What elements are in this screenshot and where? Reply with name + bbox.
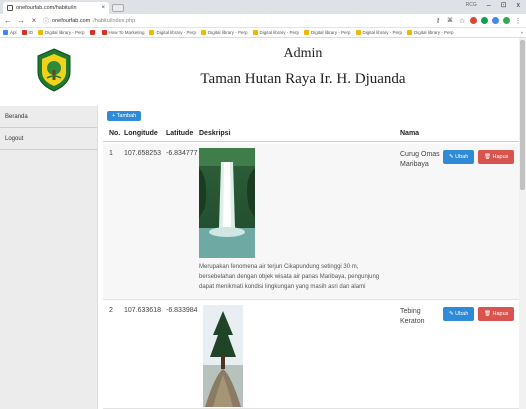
stop-icon[interactable]: ×: [30, 16, 38, 25]
bookmark-icon: [101, 30, 107, 35]
bookmark-icon: [304, 30, 310, 35]
extension-icon[interactable]: [470, 17, 477, 24]
cell-longitude: 107.633618: [124, 307, 161, 314]
menu-icon[interactable]: ⋮: [514, 17, 522, 25]
sidebar-item-logout[interactable]: Logout: [0, 128, 97, 150]
tab-title: onefourfab.com/habitu/in: [16, 5, 77, 11]
close-tab-icon[interactable]: ×: [101, 5, 105, 11]
url-path: /habitu/index.php: [93, 17, 136, 24]
table-row: 1 107.658253 -6.834777 Merupakan fenomen…: [103, 144, 519, 300]
address-bar: ← → × ⓘ onefourfab.com/habitu/index.php …: [0, 14, 526, 28]
extension-icons: ⚷ ⌘ ☆ ⋮: [434, 17, 522, 25]
translate-icon[interactable]: ⌘: [446, 17, 454, 24]
bookmark-item[interactable]: [89, 30, 97, 35]
extension-icon[interactable]: [492, 17, 499, 24]
bookmark-icon: [89, 30, 95, 35]
cell-no: 1: [109, 150, 113, 157]
bookmarks-more-icon[interactable]: »: [520, 30, 523, 35]
bookmark-label: Digital library - Perp: [45, 30, 85, 35]
bookmarks-bar: Apl ID Digital library - Perp How To Market…: [0, 28, 526, 38]
bookmark-icon: [38, 30, 44, 35]
waterfall-image: [199, 148, 255, 258]
delete-button[interactable]: 🗑 Hapus: [478, 307, 515, 321]
bookmark-item[interactable]: ID: [21, 30, 34, 35]
sidebar: Beranda Logout: [0, 106, 98, 409]
key-icon[interactable]: ⚷: [434, 17, 442, 24]
page-title: Admin: [283, 46, 323, 61]
bookmark-item[interactable]: How To Marketing: [101, 30, 145, 35]
bookmark-item[interactable]: Digital library - Perp: [200, 30, 248, 35]
add-button[interactable]: + Tambah: [107, 111, 142, 121]
cell-latitude: -6.834777: [166, 150, 198, 157]
bookmark-icon: [200, 30, 206, 35]
col-header-deskripsi: Deskripsi: [199, 130, 231, 137]
bookmark-icon: [252, 30, 258, 35]
delete-button[interactable]: 🗑 Hapus: [478, 150, 515, 164]
bookmark-label: Digital library - Perp: [156, 30, 196, 35]
forward-icon[interactable]: →: [17, 16, 25, 25]
col-header-no: No.: [109, 130, 121, 137]
cell-longitude: 107.658253: [124, 150, 161, 157]
bookmark-label: Digital library - Perp: [311, 30, 351, 35]
bookmark-icon: [355, 30, 361, 35]
browser-tab[interactable]: onefourfab.com/habitu/in ×: [3, 2, 109, 14]
profile-label[interactable]: RCG: [466, 2, 477, 8]
table-row: 2 107.633618 -6.833984 Tebing Keraton ✎ …: [103, 301, 519, 409]
sidebar-item-beranda[interactable]: Beranda: [0, 106, 97, 128]
cell-latitude: -6.833984: [166, 307, 198, 314]
cell-nama: Tebing Keraton: [400, 308, 425, 325]
bookmark-item[interactable]: Apl: [3, 30, 17, 35]
table-header: No. Longitude Latitude Deskripsi Nama: [103, 127, 519, 142]
url-field[interactable]: ⓘ onefourfab.com/habitu/index.php: [43, 15, 429, 26]
bookmark-label: Apl: [10, 30, 17, 35]
bookmark-label: Digital library - Perp: [362, 30, 403, 35]
bookmark-item[interactable]: Digital library - Perp: [38, 30, 85, 35]
new-tab-button[interactable]: [112, 4, 124, 12]
bookmark-item[interactable]: Digital library - Perp: [304, 30, 351, 35]
url-host: onefourfab.com: [52, 17, 91, 24]
bookmark-label: How To Marketing: [108, 30, 145, 35]
page-icon: [7, 5, 13, 11]
cell-no: 2: [109, 307, 113, 314]
extension-icon[interactable]: [503, 17, 510, 24]
bookmark-icon: [21, 30, 27, 35]
bookmark-icon: [407, 30, 413, 35]
cell-deskripsi: Merupakan fenomena air terjun Cikapundun…: [199, 264, 380, 290]
bookmark-icon: [149, 30, 155, 35]
bookmark-item[interactable]: Digital library - Perp: [407, 30, 454, 35]
edit-button[interactable]: ✎ Ubah: [443, 307, 475, 321]
bookmark-label: Digital library - Perp: [414, 30, 454, 35]
bookmark-icon: [3, 30, 8, 35]
bookmark-label: ID: [28, 30, 34, 35]
page-subtitle: Taman Hutan Raya Ir. H. Djuanda: [200, 71, 406, 87]
col-header-nama: Nama: [400, 130, 420, 137]
tebing-keraton-image: [203, 305, 243, 407]
col-header-latitude: Latitude: [166, 130, 194, 137]
minimize-icon[interactable]: –: [487, 2, 491, 9]
star-icon[interactable]: ☆: [458, 17, 466, 25]
page: Admin Taman Hutan Raya Ir. H. Djuanda Be…: [0, 38, 526, 409]
bookmark-item[interactable]: Digital library - Perp: [149, 30, 196, 35]
close-window-icon[interactable]: x: [517, 2, 521, 9]
page-scrollbar[interactable]: [519, 38, 526, 409]
maximize-icon[interactable]: ⊡: [501, 1, 507, 9]
bookmark-label: Digital library - Perp: [207, 30, 248, 35]
edit-button[interactable]: ✎ Ubah: [443, 150, 475, 164]
cell-nama: Curug Omas Maribaya: [400, 151, 440, 168]
col-header-longitude: Longitude: [124, 130, 158, 137]
scrollbar-thumb[interactable]: [520, 40, 525, 190]
bookmark-item[interactable]: Digital library - Perp: [355, 30, 403, 35]
info-icon[interactable]: ⓘ: [43, 16, 49, 25]
browser-tab-bar: onefourfab.com/habitu/in × RCG – ⊡ x: [0, 0, 526, 14]
window-controls: RCG – ⊡ x: [466, 1, 521, 10]
bookmark-label: Digital library - Perp: [259, 30, 300, 35]
back-icon[interactable]: ←: [4, 16, 12, 25]
extension-icon[interactable]: [481, 17, 488, 24]
bookmark-item[interactable]: Digital library - Perp: [252, 30, 300, 35]
